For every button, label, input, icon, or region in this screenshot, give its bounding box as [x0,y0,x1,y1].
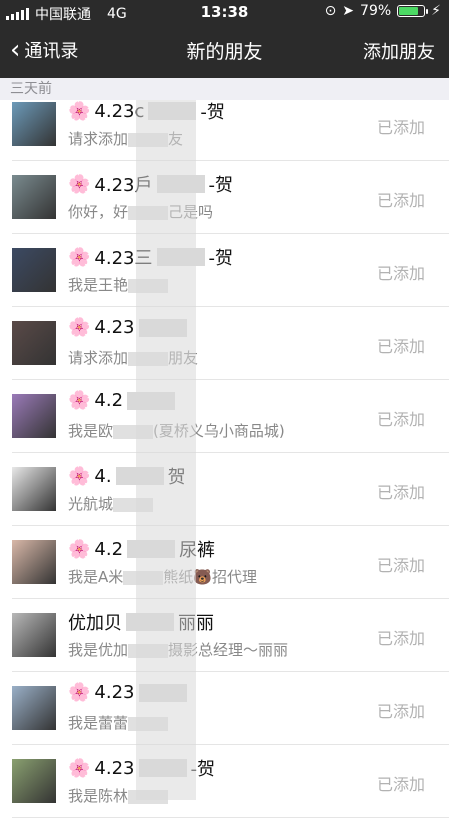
flower-icon: 🌸 [68,173,91,195]
battery-percent: 79% [360,3,392,19]
added-status: 已添加 [376,629,425,648]
contact-name-text: 4.23 [94,682,135,703]
avatar [12,467,56,511]
contact-row[interactable]: 🌸 4.23 我是蕾蕾 已添加 [12,672,449,745]
flower-icon: 🌸 [68,465,91,487]
status-right: ⊙ ➤ 79% ⚡ [325,3,441,19]
added-status: 已添加 [376,118,425,137]
avatar [12,175,56,219]
message-text: 请求添加 [68,130,129,148]
added-status: 已添加 [376,556,425,575]
message-text: 我是陈林 [68,787,129,805]
message-text: 你好，好 [68,203,129,221]
flower-icon: 🌸 [68,246,91,268]
added-status: 已添加 [376,775,425,794]
contact-name-text: 4.23 [94,317,135,338]
battery-fill [399,7,419,15]
avatar [12,686,56,730]
avatar [12,248,56,292]
contact-name-text: 优加贝 [68,613,122,634]
rotation-lock-icon: ⊙ [324,3,337,19]
bear-icon: 🐻 [193,568,212,586]
flower-icon: 🌸 [68,317,91,338]
contact-row[interactable]: 🌸 4.23三 -贺 我是王艳 已添加 [12,234,449,307]
contact-row[interactable]: 🌸4.2尿裤我是A米熊纸🐻招代理已添加 [12,526,449,599]
location-icon: ➤ [342,3,355,19]
added-status: 已添加 [376,483,425,502]
avatar [12,102,56,146]
contact-name-text: 4.2 [94,538,124,560]
message-text: 我是蕾蕾 [68,714,129,732]
status-bar: 中国联通 4G 13:38 ⊙ ➤ 79% ⚡ [0,0,449,24]
contact-row[interactable]: 🌸4.23戶-贺你好，好己是吗已添加 [12,161,449,234]
message-text: 光航城 [68,495,114,513]
contact-row[interactable]: 🌸4.贺光航城已添加 [12,453,449,526]
top-bar: 中国联通 4G 13:38 ⊙ ➤ 79% ⚡ ‹ 通讯录 新的朋友 添加朋友 [0,0,449,78]
added-status: 已添加 [376,337,425,356]
nav-bar: ‹ 通讯录 新的朋友 添加朋友 [0,24,449,78]
flower-icon: 🌸 [68,682,91,703]
avatar [12,394,56,438]
avatar [12,321,56,365]
contact-row[interactable]: 优加贝 丽丽 我是优加 摄影总经理～丽丽 已添加 [12,599,449,672]
charging-icon: ⚡ [431,3,441,19]
avatar [12,759,56,803]
privacy-blur [136,100,196,800]
flower-icon: 🌸 [68,538,91,560]
contact-name-text: 4.2 [94,390,124,411]
message-text: 我是优加 [68,641,129,659]
contact-name-suffix: -贺 [208,248,234,269]
flower-icon: 🌸 [68,390,91,411]
message-tail: 招代理 [211,568,257,586]
message-text: 我是欧 [68,422,114,440]
message-text: 我是A米 [68,568,124,586]
message-text: 我是王艳 [68,276,129,294]
contact-row[interactable]: 🌸4.23c-贺请求添加友已添加 [12,88,449,161]
contact-list: 🌸4.23c-贺请求添加友已添加🌸4.23戶-贺你好，好己是吗已添加🌸4.23三… [0,88,449,818]
contact-row[interactable]: 🌸 4.2 我是欧 (夏桥义乌小商品城) 已添加 [12,380,449,453]
contact-name-text: 4. [94,465,112,487]
message-text: 请求添加 [68,349,129,367]
contact-name-suffix: -贺 [208,175,234,196]
add-friend-button[interactable]: 添加朋友 [363,38,435,64]
contact-name-text: 4.23 [94,757,135,779]
flower-icon: 🌸 [68,757,91,779]
contact-row[interactable]: 🌸 4.23 -贺 我是陈林 已添加 [12,745,449,818]
flower-icon: 🌸 [68,100,91,122]
added-status: 已添加 [376,410,425,429]
added-status: 已添加 [376,191,425,210]
contact-name-suffix: -贺 [200,102,225,123]
battery-icon [397,5,429,17]
contact-row[interactable]: 🌸4.23请求添加朋友已添加 [12,307,449,380]
added-status: 已添加 [376,264,425,283]
added-status: 已添加 [376,702,425,721]
avatar [12,540,56,584]
avatar [12,613,56,657]
